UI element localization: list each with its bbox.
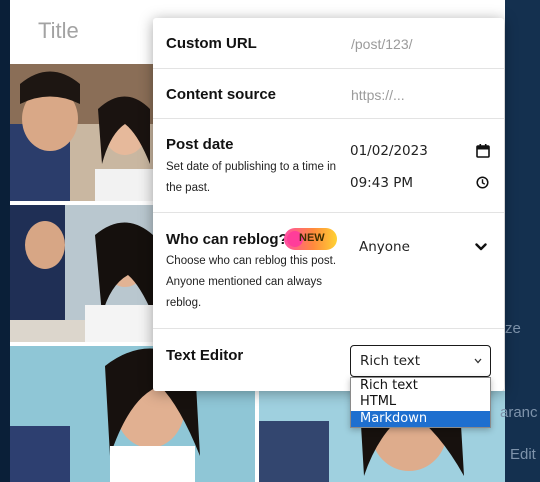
post-date-row: Post date Set date of publishing to a ti… (153, 119, 504, 213)
reblog-select-value: Anyone (359, 239, 410, 255)
time-input[interactable]: 09:43 PM (350, 175, 413, 191)
post-image-2[interactable] (10, 205, 153, 342)
custom-url-row: Custom URL /post/123/ (153, 18, 504, 69)
custom-url-input[interactable]: /post/123/ (351, 36, 413, 52)
text-editor-select-value: Rich text (360, 353, 421, 369)
sidebar-hint-edit: Edit (510, 446, 536, 463)
post-settings-popover: Custom URL /post/123/ Content source htt… (153, 18, 504, 391)
option-html[interactable]: HTML (351, 394, 490, 410)
select-arrow-icon (474, 358, 482, 364)
content-source-row: Content source https://... (153, 69, 504, 119)
reblog-label: Who can reblog? (166, 231, 288, 248)
custom-url-label: Custom URL (166, 35, 257, 52)
new-badge: NEW (284, 228, 337, 250)
reblog-permission-row: Who can reblog? NEW Choose who can reblo… (153, 213, 504, 329)
date-input[interactable]: 01/02/2023 (350, 143, 428, 159)
post-image-1[interactable] (10, 64, 153, 201)
option-rich-text[interactable]: Rich text (351, 378, 490, 394)
new-badge-label: NEW (299, 232, 325, 244)
text-editor-label: Text Editor (166, 347, 244, 364)
content-source-label: Content source (166, 86, 277, 103)
text-editor-select[interactable]: Rich text (350, 345, 491, 377)
clock-icon[interactable] (476, 176, 489, 189)
left-strip (0, 0, 10, 482)
sidebar-hint-ze: ze (505, 320, 521, 337)
content-source-input[interactable]: https://... (351, 87, 405, 103)
post-date-label: Post date (166, 136, 234, 153)
sidebar-hint-aranc: aranc (500, 404, 538, 421)
reblog-select[interactable]: Anyone (359, 237, 489, 259)
option-markdown[interactable]: Markdown (351, 410, 490, 427)
calendar-icon[interactable] (476, 144, 490, 158)
post-date-description: Set date of publishing to a time in the … (166, 161, 337, 194)
chevron-down-icon (475, 243, 487, 251)
reblog-description: Choose who can reblog this post. Anyone … (166, 255, 337, 309)
post-title-placeholder[interactable]: Title (38, 18, 79, 44)
text-editor-options: Rich text HTML Markdown (350, 377, 491, 428)
